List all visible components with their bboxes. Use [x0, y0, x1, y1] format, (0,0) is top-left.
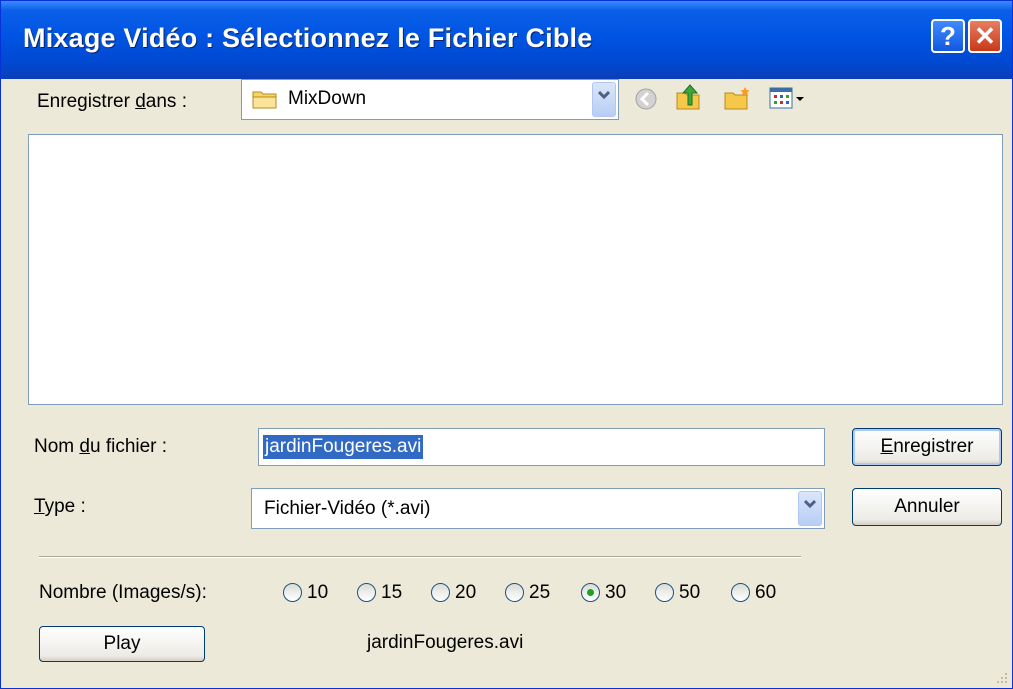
cancel-button[interactable]: Annuler	[852, 488, 1002, 526]
chevron-down-icon	[598, 90, 610, 100]
fps-radio-label: 15	[381, 582, 403, 603]
new-folder-icon[interactable]	[723, 85, 753, 111]
save-dialog: Mixage Vidéo : Sélectionnez le Fichier C…	[0, 0, 1013, 689]
fps-radio-label: 30	[605, 582, 627, 603]
fps-radio-label: 10	[307, 582, 329, 603]
radio-circle[interactable]	[505, 583, 524, 602]
file-list[interactable]	[28, 134, 1003, 405]
type-dropdown-button[interactable]	[798, 491, 822, 526]
folder-icon	[252, 91, 277, 109]
type-label: Type :	[34, 496, 86, 517]
save-in-dropdown-button[interactable]	[592, 82, 616, 117]
up-folder-icon[interactable]	[673, 83, 703, 113]
fps-radio-label: 50	[679, 582, 701, 603]
radio-circle[interactable]	[655, 583, 674, 602]
save-button[interactable]: Enregistrer	[852, 428, 1002, 466]
radio-circle[interactable]	[357, 583, 376, 602]
filename-label: Nom du fichier :	[34, 436, 168, 457]
window-title: Mixage Vidéo : Sélectionnez le Fichier C…	[23, 23, 593, 53]
type-value: Fichier-Vidéo (*.avi)	[264, 498, 431, 519]
view-menu-icon[interactable]	[768, 85, 808, 111]
help-button[interactable]: ?	[931, 19, 965, 53]
resize-grip-icon[interactable]	[995, 671, 1009, 685]
fps-radio-label: 25	[529, 582, 551, 603]
back-icon[interactable]	[634, 87, 658, 111]
separator	[39, 556, 801, 558]
save-in-folder: MixDown	[288, 88, 367, 109]
filename-value: jardinFougeres.avi	[263, 435, 424, 459]
save-in-dropdown[interactable]: MixDown	[241, 79, 619, 120]
radio-circle[interactable]	[283, 583, 302, 602]
save-in-label: Enregistrer dans :	[37, 91, 187, 112]
chevron-down-icon	[804, 499, 816, 509]
fps-radio-label: 60	[755, 582, 777, 603]
radio-selected-dot	[587, 589, 594, 596]
close-button[interactable]: ✕	[968, 19, 1002, 53]
type-dropdown[interactable]: Fichier-Vidéo (*.avi)	[251, 488, 825, 529]
filename-input[interactable]: jardinFougeres.avi	[258, 428, 825, 466]
fps-label: Nombre (Images/s):	[39, 582, 207, 603]
radio-circle[interactable]	[731, 583, 750, 602]
title-bar[interactable]: Mixage Vidéo : Sélectionnez le Fichier C…	[1, 1, 1012, 79]
radio-circle[interactable]	[431, 583, 450, 602]
fps-radio-label: 20	[455, 582, 477, 603]
radio-circle[interactable]	[581, 583, 600, 602]
play-button[interactable]: Play	[39, 626, 205, 662]
status-filename: jardinFougeres.avi	[367, 632, 524, 653]
